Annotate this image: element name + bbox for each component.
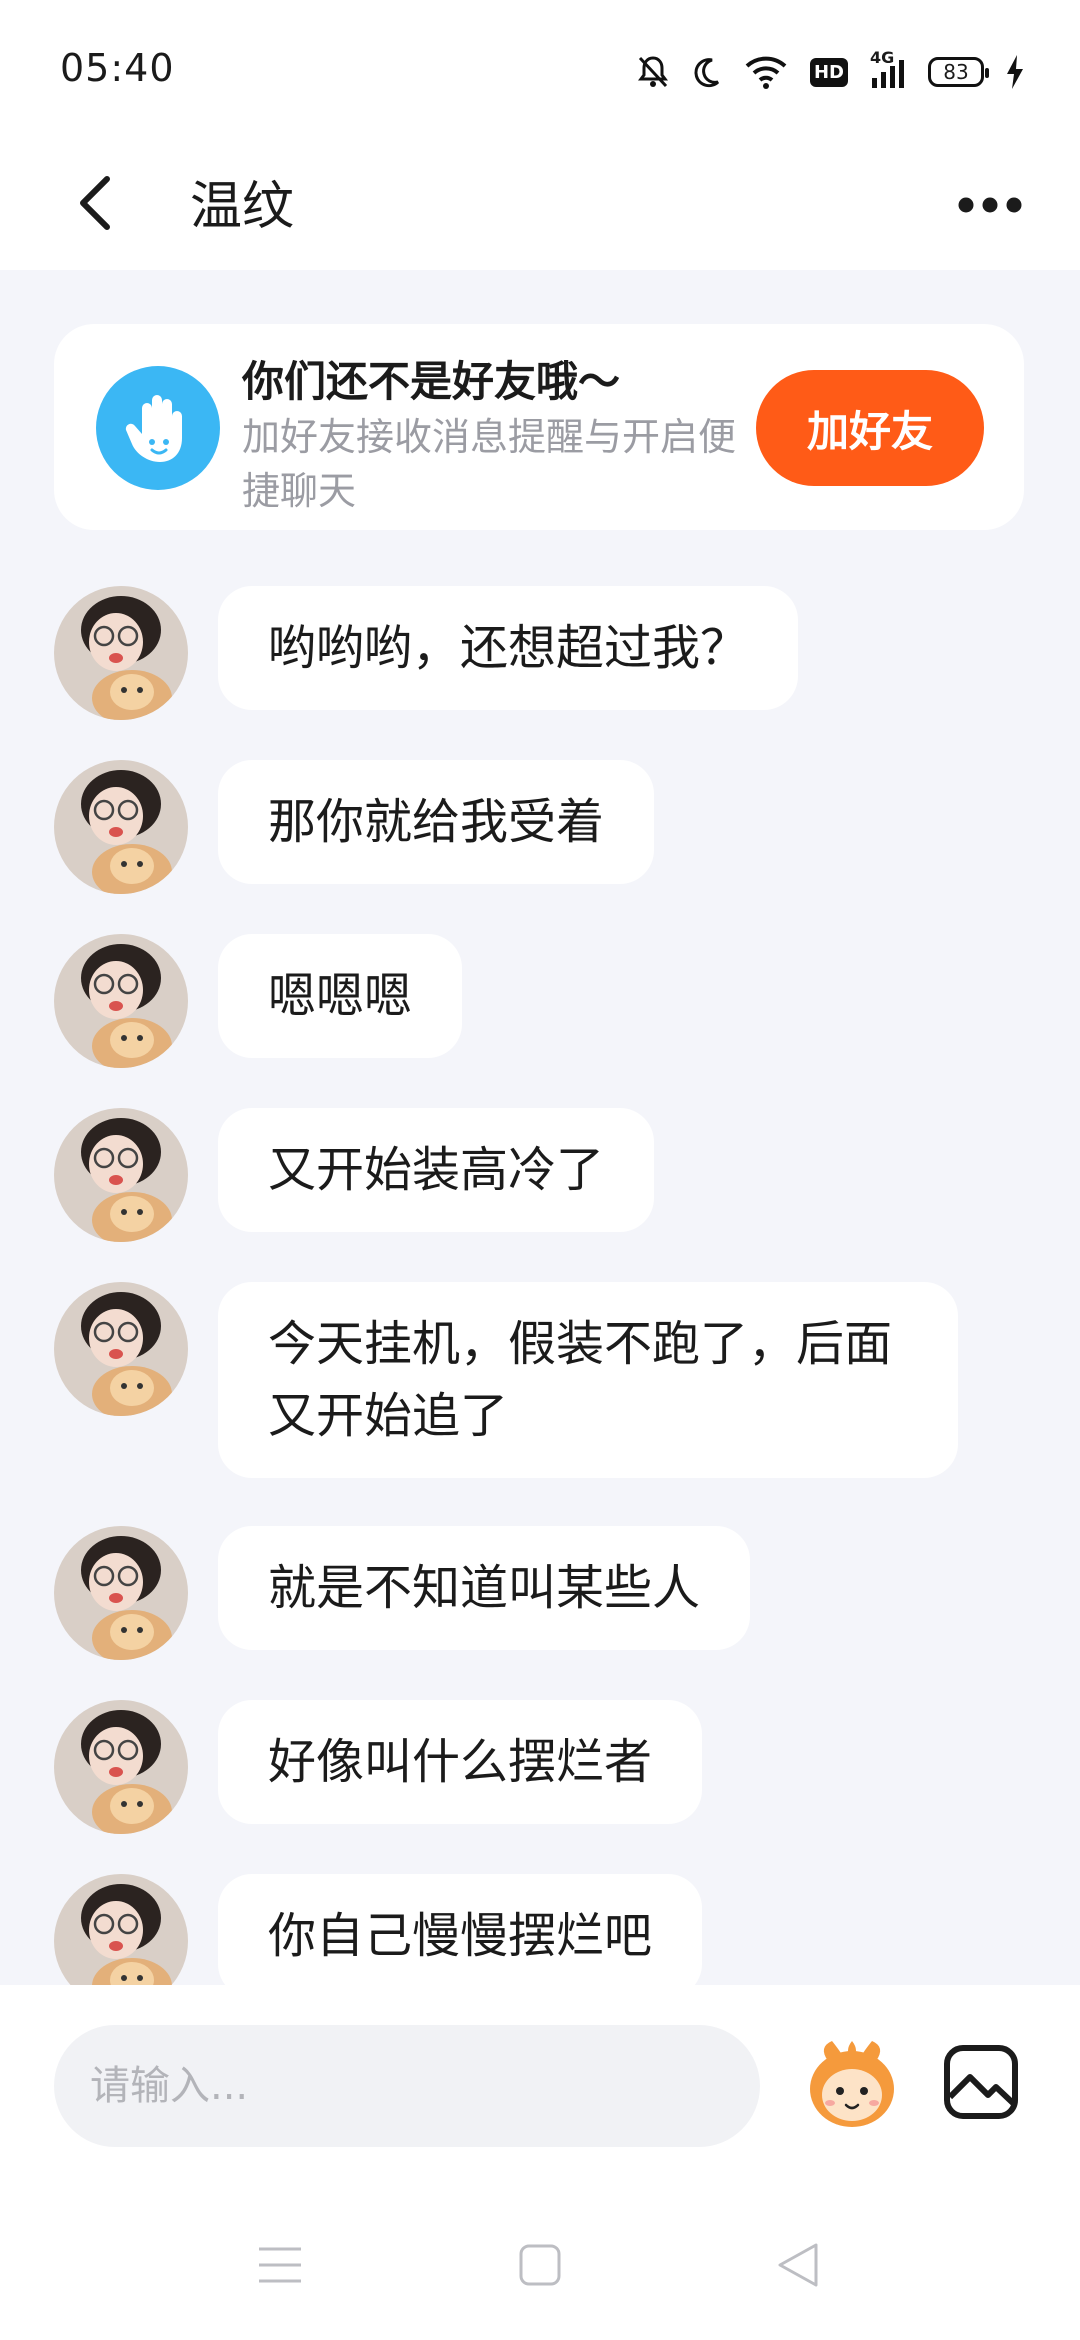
- avatar[interactable]: [54, 1526, 188, 1660]
- message-bubble[interactable]: 哟哟哟，还想超过我？: [218, 586, 799, 710]
- image-button[interactable]: [942, 2043, 1020, 2121]
- battery-icon: 83: [928, 52, 989, 92]
- mute-bell-icon: [636, 52, 670, 92]
- avatar[interactable]: [54, 1282, 188, 1416]
- message-bubble[interactable]: 嗯嗯嗯: [218, 934, 463, 1058]
- nav-menu-button[interactable]: [240, 2225, 320, 2305]
- friend-request-card: 你们还不是好友哦～ 加好友接收消息提醒与开启便捷聊天 加好友: [54, 324, 1024, 530]
- status-time: 05:40: [60, 46, 175, 90]
- menu-icon: [259, 2247, 301, 2283]
- friend-card-title: 你们还不是好友哦～: [242, 357, 621, 406]
- emoji-button[interactable]: [800, 2031, 904, 2135]
- wifi-icon: [744, 52, 788, 92]
- hd-label: HD: [809, 57, 848, 87]
- avatar[interactable]: [54, 934, 188, 1068]
- avatar[interactable]: [54, 1700, 188, 1834]
- avatar[interactable]: [54, 1874, 188, 1985]
- home-icon: [519, 2244, 561, 2286]
- system-nav-bar: [0, 2225, 1080, 2305]
- nav-home-button[interactable]: [500, 2225, 580, 2305]
- hand-wave-icon: [96, 366, 220, 490]
- more-options-button[interactable]: [950, 170, 1030, 240]
- status-icons: HD 4G 83: [636, 48, 1024, 92]
- message-bubble[interactable]: 又开始装高冷了: [218, 1108, 655, 1232]
- avatar[interactable]: [54, 1108, 188, 1242]
- chat-title: 温纹: [190, 177, 295, 237]
- image-icon: [944, 2045, 1018, 2119]
- add-friend-button[interactable]: 加好友: [756, 370, 984, 486]
- chat-area[interactable]: 你们还不是好友哦～ 加好友接收消息提醒与开启便捷聊天 加好友 哟哟哟，还想超过我…: [0, 270, 1080, 1985]
- battery-level: 83: [928, 57, 989, 87]
- input-bar: [0, 1985, 1080, 2340]
- moon-icon: [692, 52, 722, 92]
- message-bubble[interactable]: 你自己慢慢摆烂吧: [218, 1874, 703, 1985]
- back-triangle-icon: [778, 2243, 818, 2287]
- message-bubble[interactable]: 好像叫什么摆烂者: [218, 1700, 703, 1824]
- message-bubble[interactable]: 今天挂机，假装不跑了，后面又开始追了: [218, 1282, 958, 1478]
- hd-icon: HD: [809, 52, 848, 92]
- message-bubble[interactable]: 就是不知道叫某些人: [218, 1526, 751, 1650]
- status-bar: 05:40 HD 4G 83: [0, 0, 1080, 140]
- chat-header: 温纹: [0, 140, 1080, 270]
- signal-icon: 4G: [870, 48, 906, 92]
- message-input[interactable]: [54, 2025, 760, 2147]
- avatar[interactable]: [54, 586, 188, 720]
- back-arrow-icon: [80, 176, 110, 230]
- back-button[interactable]: [60, 168, 130, 238]
- friend-card-description: 加好友接收消息提醒与开启便捷聊天: [242, 415, 737, 513]
- nav-back-button[interactable]: [758, 2225, 838, 2305]
- emoji-icon: [810, 2041, 894, 2127]
- charging-icon: [1006, 52, 1024, 92]
- network-label: 4G: [870, 48, 895, 67]
- more-dots-icon: [958, 197, 1022, 213]
- avatar[interactable]: [54, 760, 188, 894]
- message-bubble[interactable]: 那你就给我受着: [218, 760, 655, 884]
